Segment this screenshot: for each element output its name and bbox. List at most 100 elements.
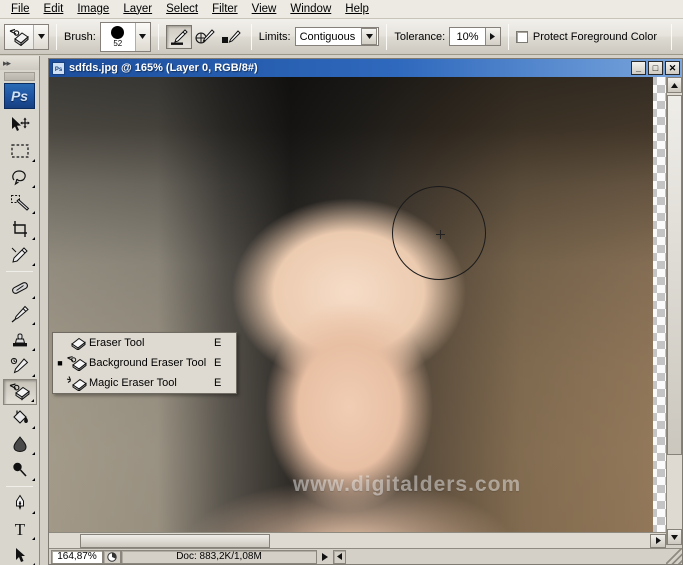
flyout-item-eraser-tool[interactable]: Eraser Tool E [53, 333, 236, 353]
window-resize-grip[interactable] [666, 548, 682, 564]
horizontal-scroll-thumb[interactable] [80, 533, 270, 548]
sampling-once-button[interactable] [192, 25, 218, 49]
chevron-down-icon[interactable] [33, 24, 48, 49]
eraser-icon [65, 336, 89, 350]
path-selection-tool[interactable] [3, 542, 37, 565]
maximize-button[interactable]: □ [648, 61, 663, 75]
blur-tool[interactable] [3, 431, 37, 457]
image-canvas[interactable]: www.digitalders.com [49, 77, 682, 545]
baby-photo-layer [49, 77, 653, 545]
brush-label: Brush: [64, 30, 96, 43]
crop-tool[interactable] [3, 216, 37, 242]
type-tool[interactable]: T [3, 516, 37, 542]
maximize-icon: □ [652, 62, 659, 73]
svg-text:T: T [14, 520, 25, 538]
menu-edit[interactable]: Edit [37, 1, 71, 18]
photoshop-logo: Ps [4, 83, 35, 109]
options-divider-5 [507, 23, 509, 50]
brush-chevron-down-icon[interactable] [134, 22, 150, 51]
clone-stamp-tool[interactable] [3, 327, 37, 353]
document-title-bar[interactable]: Ps sdfds.jpg @ 165% (Layer 0, RGB/8#) _ … [49, 59, 682, 77]
protect-foreground-checkbox[interactable] [515, 30, 528, 43]
menu-file[interactable]: File [4, 1, 37, 18]
brush-tip-icon [111, 25, 125, 39]
menu-window[interactable]: Window [283, 1, 338, 18]
vertical-scroll-thumb[interactable] [667, 95, 682, 455]
sampling-background-swatch-button[interactable] [218, 25, 244, 49]
menu-help[interactable]: Help [338, 1, 376, 18]
scroll-right-button[interactable] [650, 533, 666, 548]
minimize-button[interactable]: _ [631, 61, 646, 75]
tool-preset-picker[interactable] [4, 23, 49, 50]
status-play-button[interactable] [317, 549, 333, 564]
tolerance-right-triangle-icon[interactable] [484, 28, 500, 45]
move-tool[interactable] [3, 112, 37, 138]
magic-eraser-icon [65, 375, 89, 391]
brush-preview: 52 [100, 22, 135, 51]
tool-flyout-triangle-icon [31, 159, 35, 162]
horizontal-scrollbar[interactable] [49, 532, 666, 548]
tool-flyout-triangle-icon [31, 478, 35, 481]
flyout-item-background-eraser-tool[interactable]: ■ Background Eraser Tool E [53, 353, 236, 373]
tool-flyout-triangle-icon [31, 185, 35, 188]
toolbox-panel: ▸▸ Ps T [0, 56, 40, 565]
menu-help-label: Help [345, 2, 369, 15]
status-more-button[interactable] [333, 549, 346, 564]
document-info-field[interactable]: Doc: 883,2K/1,08M [121, 549, 317, 564]
brush-tool[interactable] [3, 301, 37, 327]
menu-select[interactable]: Select [159, 1, 205, 18]
zoom-level-value: 164,87% [57, 551, 97, 562]
tool-flyout-triangle-icon [31, 426, 35, 429]
sampling-mode-group [165, 24, 244, 49]
dodge-tool[interactable] [3, 457, 37, 483]
vertical-scrollbar[interactable] [666, 77, 682, 545]
close-button[interactable]: ✕ [665, 61, 680, 75]
healing-brush-tool[interactable] [3, 275, 37, 301]
tool-flyout-triangle-icon [31, 237, 35, 240]
pie-timing-icon[interactable] [103, 549, 121, 564]
flyout-label-eraser-tool: Eraser Tool [89, 337, 145, 349]
double-chevron-right-icon[interactable]: ▸▸ [0, 56, 39, 70]
image-layer-clip [49, 77, 682, 545]
flyout-label-background-eraser-tool: Background Eraser Tool [89, 357, 207, 369]
background-eraser-tool[interactable] [2, 379, 37, 405]
flyout-shortcut-background-eraser-tool: E [214, 357, 222, 369]
scroll-down-button[interactable] [667, 529, 682, 545]
brush-picker[interactable]: 52 [99, 21, 151, 52]
flyout-shortcut-magic-eraser-tool: E [214, 377, 222, 389]
document-window: Ps sdfds.jpg @ 165% (Layer 0, RGB/8#) _ … [48, 58, 683, 565]
menu-image[interactable]: Image [70, 1, 116, 18]
limits-chevron-down-icon[interactable] [361, 28, 378, 45]
options-divider-3 [250, 23, 252, 50]
scroll-up-button[interactable] [667, 77, 682, 93]
menu-layer[interactable]: Layer [116, 1, 159, 18]
menu-image-label: Image [77, 2, 110, 15]
eraser-tool-flyout-menu: Eraser Tool E ■ Background Eraser Tool E [52, 332, 237, 394]
menu-select-label: Select [166, 2, 199, 15]
sampling-continuous-button[interactable] [165, 24, 192, 49]
menu-view-label: View [251, 2, 277, 15]
zoom-level-field[interactable]: 164,87% [51, 549, 103, 564]
document-info-value: Doc: 883,2K/1,08M [176, 551, 262, 562]
lasso-tool[interactable] [3, 164, 37, 190]
slice-tool[interactable] [3, 242, 37, 268]
tool-flyout-triangle-icon [31, 322, 35, 325]
paint-bucket-tool[interactable] [3, 405, 37, 431]
flyout-active-marker: ■ [57, 357, 63, 368]
tool-flyout-triangle-icon [31, 211, 35, 214]
document-title: sdfds.jpg @ 165% (Layer 0, RGB/8#) [69, 62, 258, 74]
protect-foreground-color-option[interactable]: Protect Foreground Color [515, 30, 661, 43]
photoshop-document-icon: Ps [52, 61, 65, 75]
marquee-tool[interactable] [3, 138, 37, 164]
photoshop-logo-label: Ps [10, 88, 29, 104]
toolbox-drag-bar[interactable] [4, 72, 35, 81]
history-brush-tool[interactable] [3, 353, 37, 379]
close-icon: ✕ [668, 62, 677, 73]
flyout-item-magic-eraser-tool[interactable]: Magic Eraser Tool E [53, 373, 236, 393]
tolerance-input[interactable]: 10% [449, 27, 501, 46]
menu-filter[interactable]: Filter [205, 1, 245, 18]
pen-tool[interactable] [3, 490, 37, 516]
magic-wand-tool[interactable] [3, 190, 37, 216]
menu-view[interactable]: View [245, 1, 284, 18]
limits-dropdown[interactable]: Contiguous [294, 27, 380, 46]
